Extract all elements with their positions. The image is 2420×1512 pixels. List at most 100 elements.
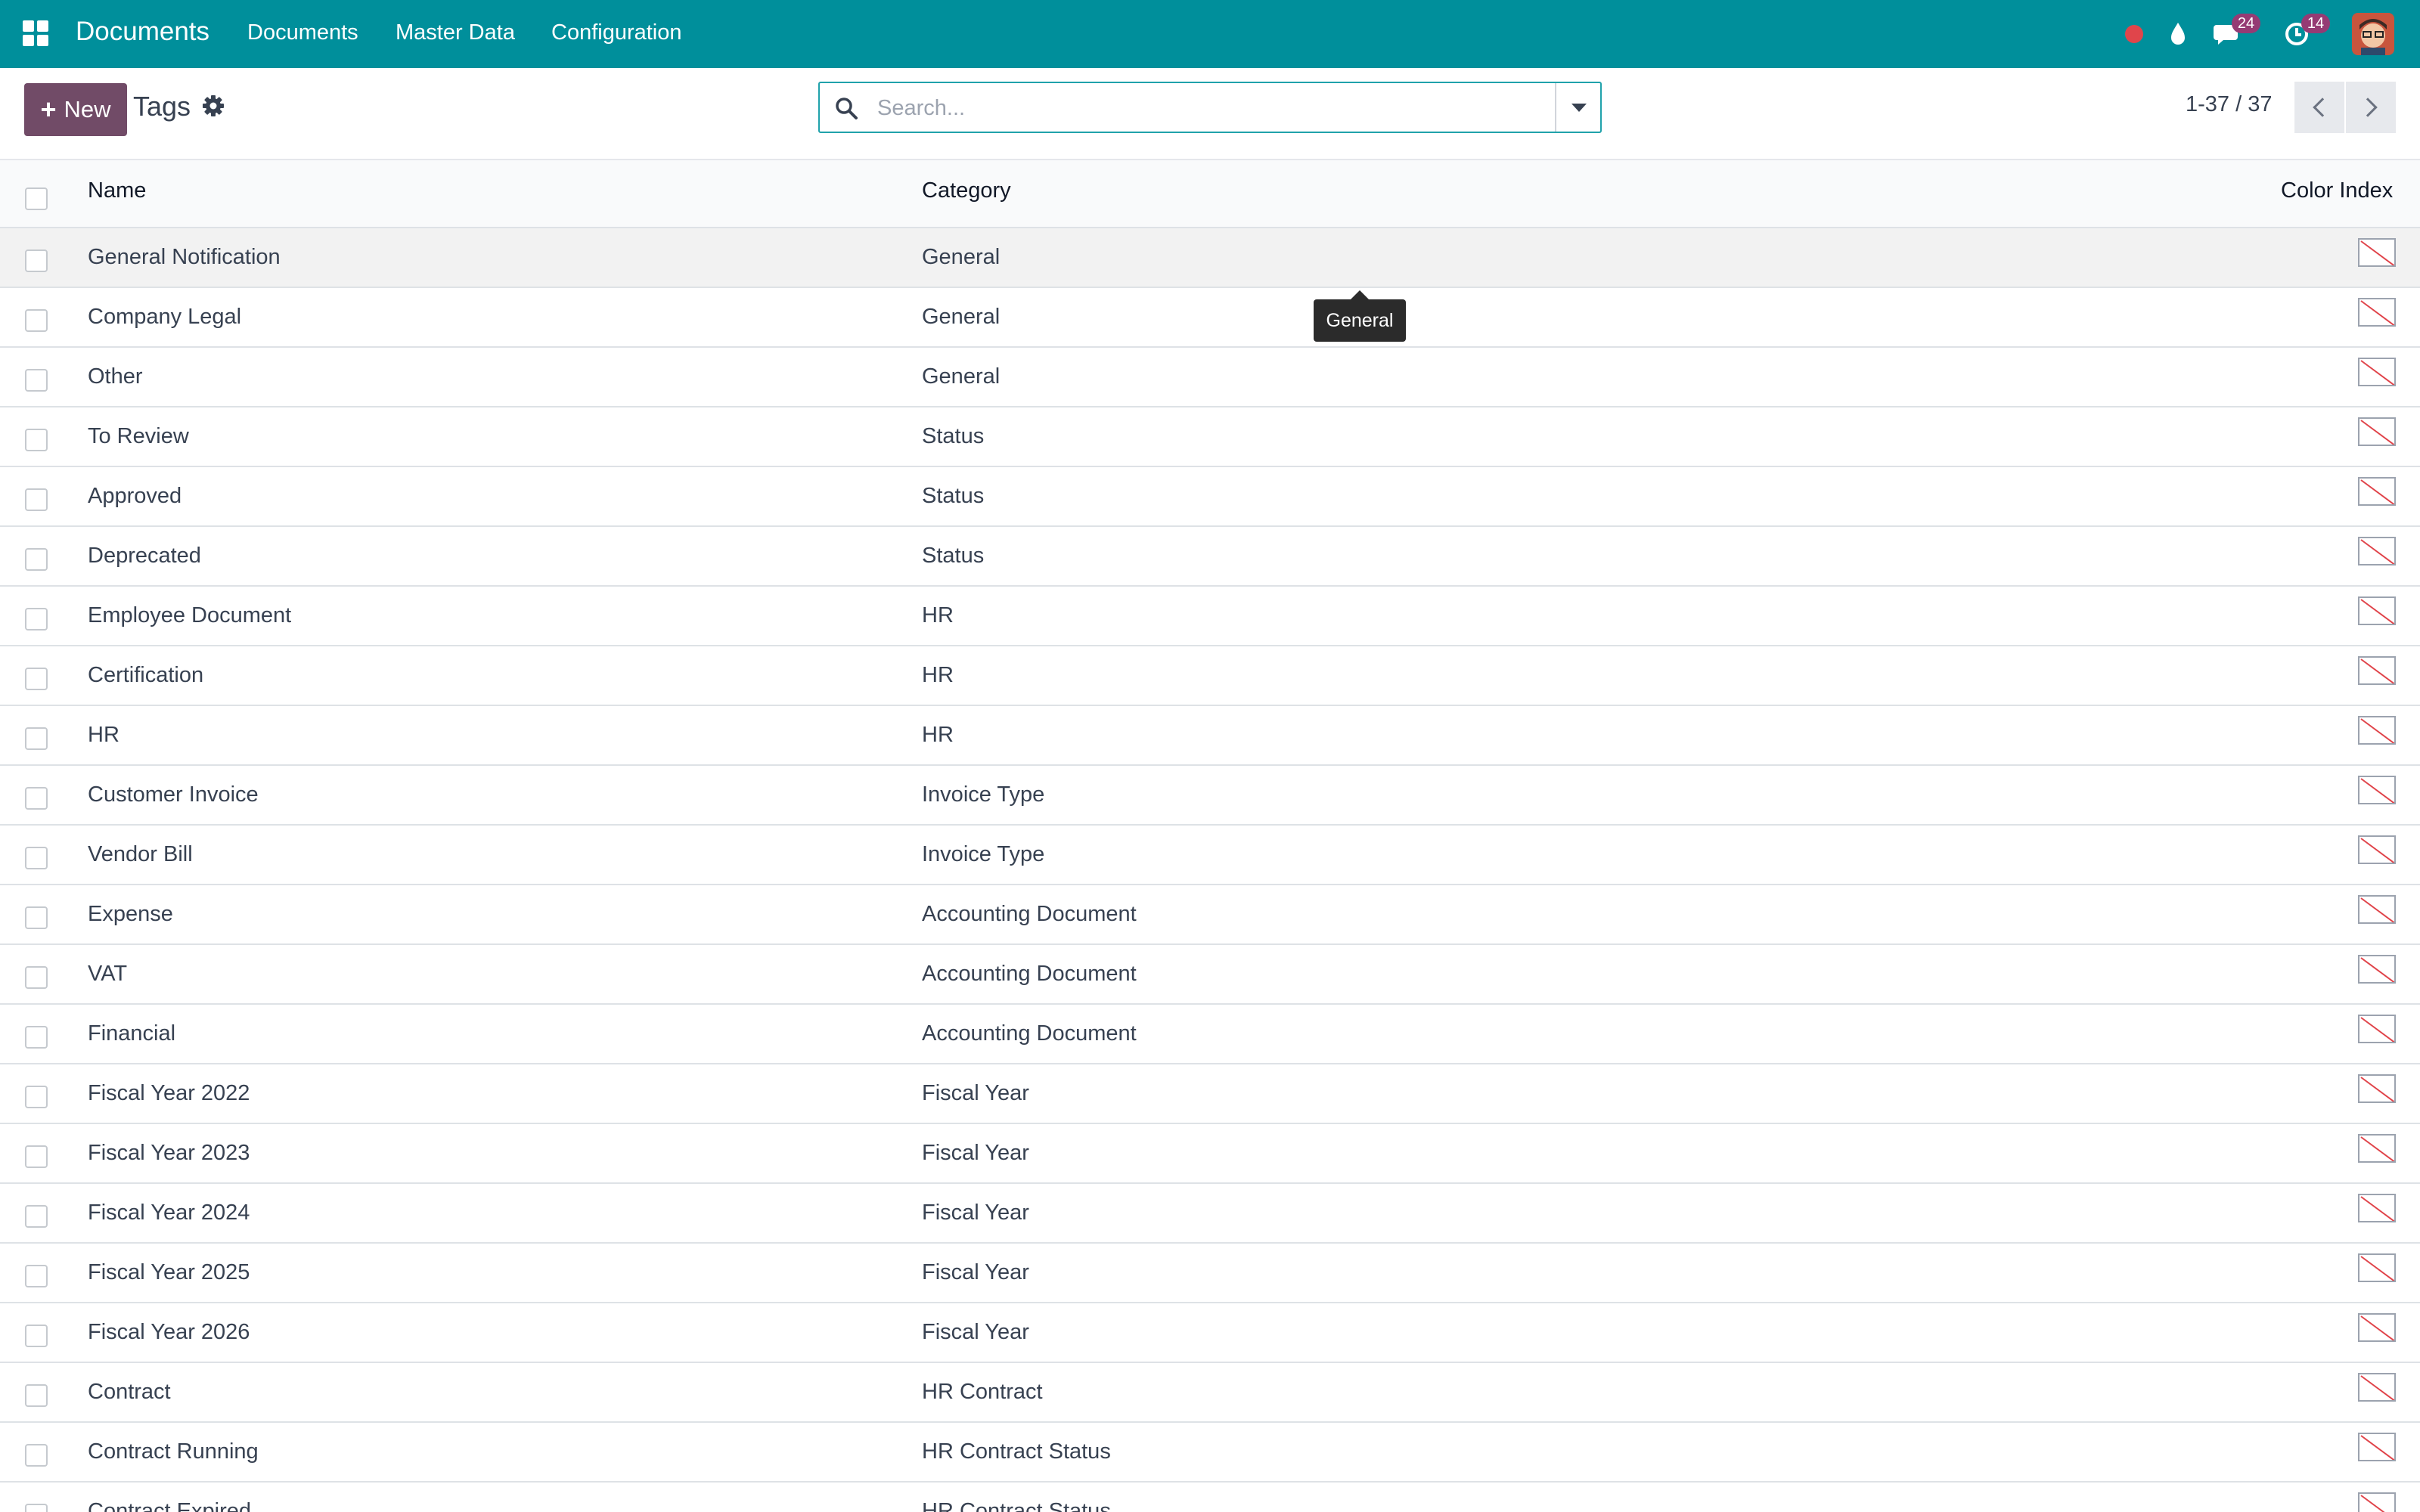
- table-row[interactable]: HR HR: [0, 706, 2420, 766]
- drop-icon[interactable]: [2163, 18, 2193, 48]
- color-index-swatch[interactable]: [2358, 1015, 2396, 1043]
- pager-value[interactable]: 1-37 / 37: [2186, 92, 2272, 117]
- row-checkbox[interactable]: [25, 1325, 48, 1347]
- table-row[interactable]: Expense Accounting Document: [0, 885, 2420, 945]
- row-checkbox[interactable]: [25, 309, 48, 332]
- row-checkbox[interactable]: [25, 429, 48, 451]
- column-header-color-index[interactable]: Color Index: [2281, 178, 2393, 203]
- gear-icon[interactable]: [201, 94, 225, 118]
- pager-next-button[interactable]: [2346, 82, 2396, 133]
- color-index-swatch[interactable]: [2358, 1074, 2396, 1103]
- recording-dot-icon[interactable]: [2119, 18, 2149, 48]
- row-checkbox[interactable]: [25, 488, 48, 511]
- pager-previous-button[interactable]: [2294, 82, 2344, 133]
- table-row[interactable]: Other General: [0, 348, 2420, 407]
- search-input[interactable]: [877, 91, 1528, 125]
- color-index-swatch[interactable]: [2358, 955, 2396, 984]
- row-category: Fiscal Year: [922, 1260, 1029, 1284]
- color-index-swatch[interactable]: [2358, 1134, 2396, 1163]
- row-name: Expense: [88, 902, 173, 926]
- row-checkbox[interactable]: [25, 608, 48, 631]
- table-header: Name Category Color Index: [0, 160, 2420, 228]
- table-row[interactable]: General Notification General: [0, 228, 2420, 288]
- table-row[interactable]: Fiscal Year 2026 Fiscal Year: [0, 1303, 2420, 1363]
- tags-list-table: Name Category Color Index General Notifi…: [0, 160, 2420, 1512]
- table-body: General Notification General Company Legal…: [0, 228, 2420, 1512]
- color-index-swatch[interactable]: [2358, 596, 2396, 625]
- color-index-swatch[interactable]: [2358, 298, 2396, 327]
- table-row[interactable]: Employee Document HR: [0, 587, 2420, 646]
- control-panel: + New Tags 1-37 / 37: [0, 68, 2420, 160]
- app-brand[interactable]: Documents: [76, 17, 209, 47]
- column-header-name[interactable]: Name: [88, 178, 146, 203]
- select-all-checkbox[interactable]: [25, 187, 48, 210]
- new-button[interactable]: + New: [24, 83, 127, 136]
- menu-documents[interactable]: Documents: [247, 20, 358, 45]
- row-checkbox[interactable]: [25, 847, 48, 869]
- table-row[interactable]: Contract HR Contract: [0, 1363, 2420, 1423]
- table-row[interactable]: Fiscal Year 2023 Fiscal Year: [0, 1124, 2420, 1184]
- row-checkbox[interactable]: [25, 369, 48, 392]
- row-checkbox[interactable]: [25, 249, 48, 272]
- table-row[interactable]: Contract Expired HR Contract Status: [0, 1483, 2420, 1512]
- row-checkbox[interactable]: [25, 1265, 48, 1287]
- menu-master-data[interactable]: Master Data: [396, 20, 515, 45]
- row-checkbox[interactable]: [25, 1205, 48, 1228]
- table-row[interactable]: Company Legal General: [0, 288, 2420, 348]
- caret-down-icon: [1571, 103, 1587, 112]
- color-index-swatch[interactable]: [2358, 1253, 2396, 1282]
- row-checkbox[interactable]: [25, 727, 48, 750]
- search-bar: [818, 82, 1602, 133]
- color-index-swatch[interactable]: [2358, 238, 2396, 267]
- table-row[interactable]: Fiscal Year 2022 Fiscal Year: [0, 1064, 2420, 1124]
- color-index-swatch[interactable]: [2358, 656, 2396, 685]
- color-index-swatch[interactable]: [2358, 1313, 2396, 1342]
- row-checkbox[interactable]: [25, 1444, 48, 1467]
- table-row[interactable]: Certification HR: [0, 646, 2420, 706]
- row-checkbox[interactable]: [25, 1145, 48, 1168]
- row-checkbox[interactable]: [25, 787, 48, 810]
- row-name: VAT: [88, 962, 128, 986]
- color-index-swatch[interactable]: [2358, 1194, 2396, 1222]
- row-checkbox[interactable]: [25, 966, 48, 989]
- chat-icon[interactable]: 24: [2212, 14, 2260, 48]
- color-index-swatch[interactable]: [2358, 477, 2396, 506]
- row-checkbox[interactable]: [25, 1504, 48, 1512]
- row-category: Invoice Type: [922, 842, 1045, 866]
- table-row[interactable]: Fiscal Year 2024 Fiscal Year: [0, 1184, 2420, 1244]
- row-checkbox[interactable]: [25, 1086, 48, 1108]
- search-options-toggle[interactable]: [1555, 83, 1602, 132]
- color-index-swatch[interactable]: [2358, 895, 2396, 924]
- table-row[interactable]: Vendor Bill Invoice Type: [0, 826, 2420, 885]
- color-index-swatch[interactable]: [2358, 417, 2396, 446]
- table-row[interactable]: Customer Invoice Invoice Type: [0, 766, 2420, 826]
- color-index-swatch[interactable]: [2358, 835, 2396, 864]
- color-index-swatch[interactable]: [2358, 1433, 2396, 1461]
- app-grid-icon[interactable]: [23, 20, 48, 46]
- table-row[interactable]: VAT Accounting Document: [0, 945, 2420, 1005]
- row-checkbox[interactable]: [25, 668, 48, 690]
- color-index-swatch[interactable]: [2358, 537, 2396, 565]
- color-index-swatch[interactable]: [2358, 776, 2396, 804]
- color-index-swatch[interactable]: [2358, 1373, 2396, 1402]
- row-checkbox[interactable]: [25, 1384, 48, 1407]
- color-index-swatch[interactable]: [2358, 1492, 2396, 1512]
- row-checkbox[interactable]: [25, 906, 48, 929]
- row-name: Financial: [88, 1021, 176, 1046]
- row-checkbox[interactable]: [25, 1026, 48, 1049]
- table-row[interactable]: Approved Status: [0, 467, 2420, 527]
- user-avatar[interactable]: [2352, 13, 2394, 55]
- table-row[interactable]: Contract Running HR Contract Status: [0, 1423, 2420, 1483]
- row-checkbox[interactable]: [25, 548, 48, 571]
- row-name: Fiscal Year 2023: [88, 1141, 250, 1165]
- activity-clock-icon[interactable]: 14: [2282, 14, 2330, 48]
- color-index-swatch[interactable]: [2358, 716, 2396, 745]
- table-row[interactable]: To Review Status: [0, 407, 2420, 467]
- column-header-category[interactable]: Category: [922, 178, 1011, 203]
- color-index-swatch[interactable]: [2358, 358, 2396, 386]
- table-row[interactable]: Deprecated Status: [0, 527, 2420, 587]
- table-row[interactable]: Fiscal Year 2025 Fiscal Year: [0, 1244, 2420, 1303]
- table-row[interactable]: Financial Accounting Document: [0, 1005, 2420, 1064]
- menu-configuration[interactable]: Configuration: [551, 20, 682, 45]
- row-category: HR: [922, 603, 954, 627]
